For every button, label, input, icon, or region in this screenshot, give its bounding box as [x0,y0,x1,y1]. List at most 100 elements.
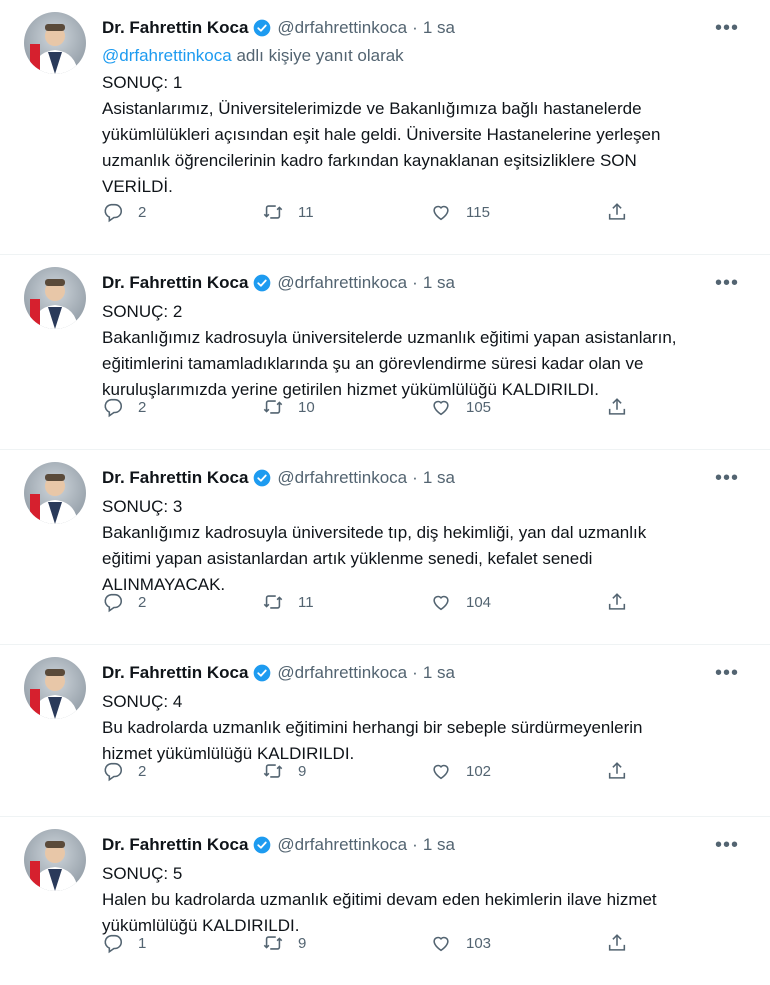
reply-button[interactable]: 1 [102,932,146,954]
tweet-text: SONUÇ: 1 Asistanlarımız, Üniversitelerim… [102,70,740,200]
like-icon [433,764,449,780]
tweet-time[interactable]: 1 sa [423,468,455,488]
retweet-count: 9 [298,762,307,780]
share-icon [608,203,626,220]
tweet-time[interactable]: 1 sa [423,273,455,293]
reply-icon [104,934,123,954]
avatar[interactable] [24,12,86,74]
retweet-button[interactable]: 11 [262,591,314,613]
tweet[interactable]: Dr. Fahrettin Koca @drfahrettinkoca · 1 … [0,645,770,817]
author-handle[interactable]: @drfahrettinkoca [277,468,407,488]
tweet-time[interactable]: 1 sa [423,663,455,683]
like-button[interactable]: 115 [430,201,490,223]
tweet-header: Dr. Fahrettin Koca @drfahrettinkoca · 1 … [102,659,740,687]
author-name[interactable]: Dr. Fahrettin Koca [102,663,248,683]
tweet-body: Bu kadrolarda uzmanlık eğitimini herhang… [102,718,643,763]
share-icon [608,934,626,951]
verified-badge-icon [254,836,271,854]
tweet-title: SONUÇ: 3 [102,497,183,516]
share-button[interactable] [606,396,628,418]
like-count: 105 [466,398,492,416]
share-button[interactable] [606,591,628,613]
tweet-text: SONUÇ: 2 Bakanlığımız kadrosuyla ünivers… [102,299,740,403]
share-button[interactable] [606,760,628,782]
reply-count: 2 [138,762,147,780]
avatar[interactable] [24,267,86,329]
retweet-button[interactable]: 10 [262,396,315,418]
reply-button[interactable]: 2 [102,201,146,223]
share-icon [608,762,626,779]
more-icon[interactable]: ••• [714,833,740,857]
tweet-header: Dr. Fahrettin Koca @drfahrettinkoca · 1 … [102,831,740,859]
reply-context-text: adlı kişiye yanıt olarak [231,46,404,65]
avatar[interactable] [24,462,86,524]
reply-mention-link[interactable]: @drfahrettinkoca [102,46,232,65]
verified-badge-icon [254,469,271,487]
retweet-icon [263,764,283,778]
reply-button[interactable]: 2 [102,591,146,613]
more-icon[interactable]: ••• [714,271,740,295]
tweet-time[interactable]: 1 sa [423,835,455,855]
tweet-header: Dr. Fahrettin Koca @drfahrettinkoca · 1 … [102,14,740,42]
like-button[interactable]: 103 [430,932,491,954]
avatar-image [30,24,78,74]
reply-icon [104,398,123,418]
avatar[interactable] [24,829,86,891]
avatar-image [30,841,78,891]
reply-count: 2 [138,593,147,611]
reply-count: 1 [138,934,147,952]
retweet-icon [263,936,283,950]
retweet-button[interactable]: 11 [262,201,314,223]
tweet-body: Asistanlarımız, Üniversitelerimizde ve B… [102,99,661,196]
like-button[interactable]: 105 [430,396,491,418]
separator-dot: · [412,18,418,37]
tweet-text: SONUÇ: 4 Bu kadrolarda uzmanlık eğitimin… [102,689,740,767]
retweet-button[interactable]: 9 [262,932,306,954]
author-name[interactable]: Dr. Fahrettin Koca [102,468,248,488]
tweet[interactable]: Dr. Fahrettin Koca @drfahrettinkoca · 1 … [0,817,770,985]
retweet-count: 9 [298,934,307,952]
reply-button[interactable]: 2 [102,396,146,418]
more-icon[interactable]: ••• [714,661,740,685]
separator-dot: · [412,663,418,682]
like-icon [433,936,449,952]
reply-context: @drfahrettinkoca adlı kişiye yanıt olara… [102,44,740,68]
reply-icon [104,203,123,223]
reply-icon [104,593,123,613]
retweet-icon [263,205,283,219]
tweet[interactable]: Dr. Fahrettin Koca @drfahrettinkoca · 1 … [0,255,770,450]
retweet-count: 10 [298,398,315,416]
like-button[interactable]: 102 [430,760,491,782]
author-handle[interactable]: @drfahrettinkoca [277,663,407,683]
avatar[interactable] [24,657,86,719]
like-icon [433,595,449,611]
tweet-body: Bakanlığımız kadrosuyla üniversitelerde … [102,328,677,399]
more-icon[interactable]: ••• [714,16,740,40]
author-name[interactable]: Dr. Fahrettin Koca [102,273,248,293]
author-handle[interactable]: @drfahrettinkoca [277,273,407,293]
share-button[interactable] [606,932,628,954]
share-button[interactable] [606,201,628,223]
author-name[interactable]: Dr. Fahrettin Koca [102,835,248,855]
retweet-count: 11 [298,593,314,611]
verified-badge-icon [254,19,271,37]
tweet-text: SONUÇ: 5 Halen bu kadrolarda uzmanlık eğ… [102,861,740,939]
like-button[interactable]: 104 [430,591,491,613]
retweet-button[interactable]: 9 [262,760,306,782]
retweet-icon [263,400,283,414]
like-count: 102 [466,762,492,780]
tweet[interactable]: Dr. Fahrettin Koca @drfahrettinkoca · 1 … [0,0,770,255]
author-name[interactable]: Dr. Fahrettin Koca [102,18,248,38]
reply-button[interactable]: 2 [102,760,146,782]
tweet-time[interactable]: 1 sa [423,18,455,38]
like-count: 104 [466,593,492,611]
more-icon[interactable]: ••• [714,466,740,490]
tweet[interactable]: Dr. Fahrettin Koca @drfahrettinkoca · 1 … [0,450,770,645]
reply-count: 2 [138,203,147,221]
author-handle[interactable]: @drfahrettinkoca [277,835,407,855]
tweet-header: Dr. Fahrettin Koca @drfahrettinkoca · 1 … [102,464,740,492]
author-handle[interactable]: @drfahrettinkoca [277,18,407,38]
tweet-body: Halen bu kadrolarda uzmanlık eğitimi dev… [102,890,657,935]
separator-dot: · [412,273,418,292]
avatar-image [30,474,78,524]
